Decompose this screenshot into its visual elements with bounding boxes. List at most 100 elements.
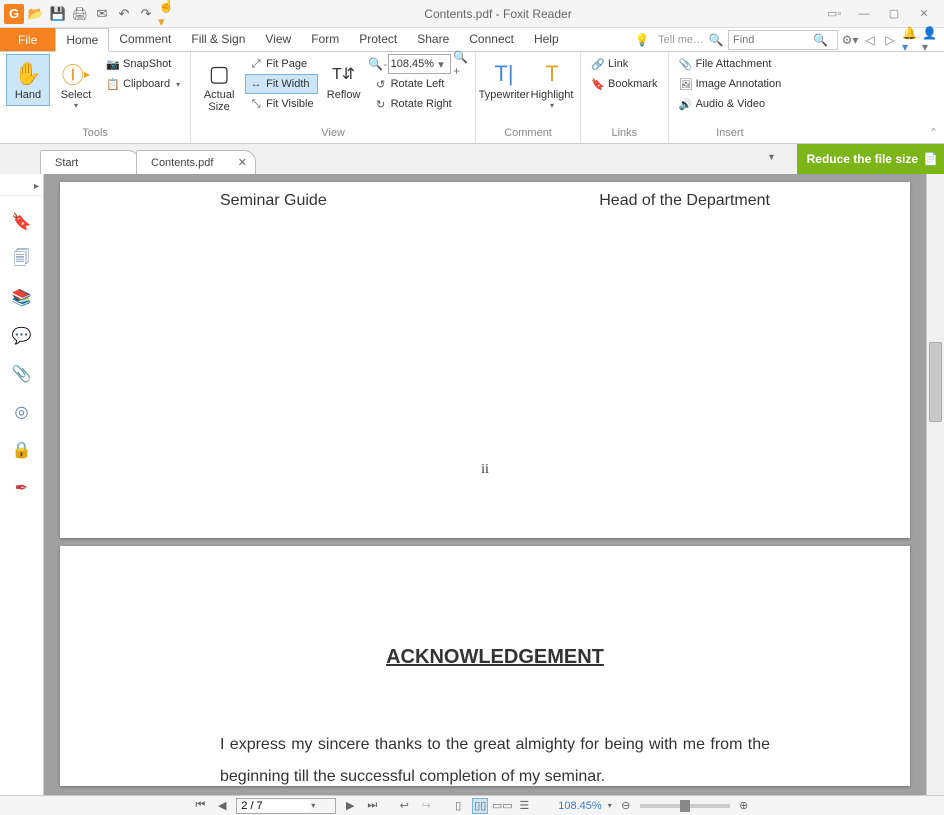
snapshot-button[interactable]: 📷SnapShot: [102, 54, 184, 74]
select-tool[interactable]: Ⓘ▶ Select ▾: [54, 54, 98, 115]
audio-video-button[interactable]: 🔊Audio & Video: [675, 94, 786, 114]
facing-icon[interactable]: ▭▭: [494, 798, 510, 814]
sidebar-toggle[interactable]: ▸: [0, 178, 43, 196]
security-panel-icon[interactable]: 🔒: [10, 438, 34, 462]
nav-prev-icon[interactable]: ◁: [862, 32, 878, 48]
view-back-icon[interactable]: ↩: [396, 798, 412, 814]
zoom-out-icon[interactable]: 🔍-: [370, 56, 386, 72]
link-button[interactable]: 🔗Link: [587, 54, 662, 74]
zoom-slider-thumb[interactable]: [680, 800, 690, 812]
user-icon[interactable]: 👤▾: [922, 32, 938, 48]
fitwidth-icon: ↔: [249, 77, 263, 91]
vertical-scrollbar[interactable]: [926, 174, 944, 795]
page-dropdown-icon[interactable]: ▾: [311, 801, 315, 810]
tab-help[interactable]: Help: [524, 28, 569, 51]
first-page-icon[interactable]: ⏮: [192, 798, 208, 814]
fit-page-button[interactable]: ⤢Fit Page: [245, 54, 317, 74]
zoom-menu-icon[interactable]: ▾: [608, 801, 612, 810]
tab-start[interactable]: Start: [40, 150, 140, 174]
fit-visible-button[interactable]: ⤡Fit Visible: [245, 94, 317, 114]
pages-panel-icon[interactable]: 🗐: [10, 248, 34, 272]
find-icon[interactable]: 🔍: [708, 32, 724, 48]
rotate-left-button[interactable]: ↺Rotate Left: [370, 74, 469, 94]
zoom-dropdown-icon[interactable]: ▾: [434, 58, 448, 71]
ribbon-collapse-icon[interactable]: ⌃: [929, 126, 938, 139]
zoom-readout[interactable]: 108.45%: [558, 800, 601, 812]
continuous-facing-icon[interactable]: ☰: [516, 798, 532, 814]
page-view[interactable]: Seminar Guide Head of the Department ii …: [44, 174, 926, 795]
zoom-slider[interactable]: [640, 804, 730, 808]
clipboard-icon: 📋: [106, 77, 120, 91]
tab-form[interactable]: Form: [301, 28, 349, 51]
open-icon[interactable]: 📂: [26, 4, 46, 24]
select-icon: Ⓘ▶: [62, 59, 90, 89]
pdf-page-2: Seminar Guide Head of the Department ii: [60, 182, 910, 538]
tab-document[interactable]: Contents.pdf ✕: [136, 150, 256, 174]
highlight-icon: T: [545, 59, 558, 89]
bulb-icon[interactable]: 💡: [634, 32, 650, 48]
bell-icon[interactable]: 🔔▾: [902, 32, 918, 48]
view-fwd-icon[interactable]: ↪: [418, 798, 434, 814]
continuous-icon[interactable]: ▯▯: [472, 798, 488, 814]
bookmarks-panel-icon[interactable]: 🔖: [10, 210, 34, 234]
actualsize-icon: ▢: [209, 59, 230, 89]
hand-quick-icon[interactable]: ☝▾: [158, 4, 178, 24]
connected-panel-icon[interactable]: ◎: [10, 400, 34, 424]
tab-comment[interactable]: Comment: [109, 28, 181, 51]
zoom-in-icon[interactable]: 🔍+: [453, 56, 469, 72]
file-tab[interactable]: File: [0, 28, 55, 51]
hand-tool[interactable]: ✋ Hand: [6, 54, 50, 106]
clipboard-button[interactable]: 📋Clipboard▾: [102, 74, 184, 94]
find-box[interactable]: 🔍: [728, 30, 838, 50]
rotate-right-button[interactable]: ↻Rotate Right: [370, 94, 469, 114]
bookmark-button[interactable]: 🔖Bookmark: [587, 74, 662, 94]
find-input[interactable]: [733, 34, 813, 46]
maximize-button[interactable]: ▢: [882, 5, 906, 23]
tab-close-icon[interactable]: ✕: [238, 156, 247, 169]
find-go-icon[interactable]: 🔍: [813, 33, 828, 47]
undo-icon[interactable]: ↶: [114, 4, 134, 24]
ribbon-mode-icon[interactable]: ▭▫: [822, 5, 846, 23]
zoom-in-status-icon[interactable]: ⊕: [736, 798, 752, 814]
actual-size-button[interactable]: ▢ Actual Size: [197, 54, 241, 118]
tab-home[interactable]: Home: [55, 28, 109, 52]
nav-next-icon[interactable]: ▷: [882, 32, 898, 48]
fit-width-button[interactable]: ↔Fit Width: [245, 74, 317, 94]
page-field[interactable]: [241, 800, 311, 812]
image-annotation-button[interactable]: 🖼Image Annotation: [675, 74, 786, 94]
prev-page-icon[interactable]: ◀: [214, 798, 230, 814]
reduce-file-size-button[interactable]: Reduce the file size 📄: [797, 144, 944, 174]
rotleft-icon: ↺: [374, 77, 388, 91]
print-icon[interactable]: 🖨: [70, 4, 90, 24]
page-number-input[interactable]: ▾: [236, 798, 336, 814]
tab-connect[interactable]: Connect: [459, 28, 524, 51]
minimize-button[interactable]: —: [852, 5, 876, 23]
last-page-icon[interactable]: ⏭: [364, 798, 380, 814]
typewriter-button[interactable]: T| Typewriter: [482, 54, 526, 106]
group-tools-label: Tools: [6, 125, 184, 141]
mail-icon[interactable]: ✉: [92, 4, 112, 24]
single-page-icon[interactable]: ▯: [450, 798, 466, 814]
next-page-icon[interactable]: ▶: [342, 798, 358, 814]
zoom-combo[interactable]: 108.45% ▾: [388, 54, 451, 74]
tellme-text[interactable]: Tell me…: [658, 34, 704, 46]
tab-protect[interactable]: Protect: [349, 28, 407, 51]
reflow-button[interactable]: T⇵ Reflow: [322, 54, 366, 106]
tab-view[interactable]: View: [255, 28, 301, 51]
zoom-out-status-icon[interactable]: ⊖: [618, 798, 634, 814]
file-attachment-button[interactable]: 📎File Attachment: [675, 54, 786, 74]
save-icon[interactable]: 💾: [48, 4, 68, 24]
scroll-thumb[interactable]: [929, 342, 942, 422]
attachments-panel-icon[interactable]: 📎: [10, 362, 34, 386]
gear-icon[interactable]: ⚙▾: [842, 32, 858, 48]
signatures-panel-icon[interactable]: ✒: [10, 476, 34, 500]
tab-share[interactable]: Share: [407, 28, 459, 51]
layers-panel-icon[interactable]: 📚: [10, 286, 34, 310]
redo-icon[interactable]: ↷: [136, 4, 156, 24]
tab-overflow-icon[interactable]: ▾: [769, 152, 774, 163]
close-button[interactable]: ✕: [912, 5, 936, 23]
image-icon: 🖼: [679, 77, 693, 91]
comments-panel-icon[interactable]: 💬: [10, 324, 34, 348]
highlight-button[interactable]: T Highlight ▾: [530, 54, 574, 115]
tab-fillsign[interactable]: Fill & Sign: [181, 28, 255, 51]
